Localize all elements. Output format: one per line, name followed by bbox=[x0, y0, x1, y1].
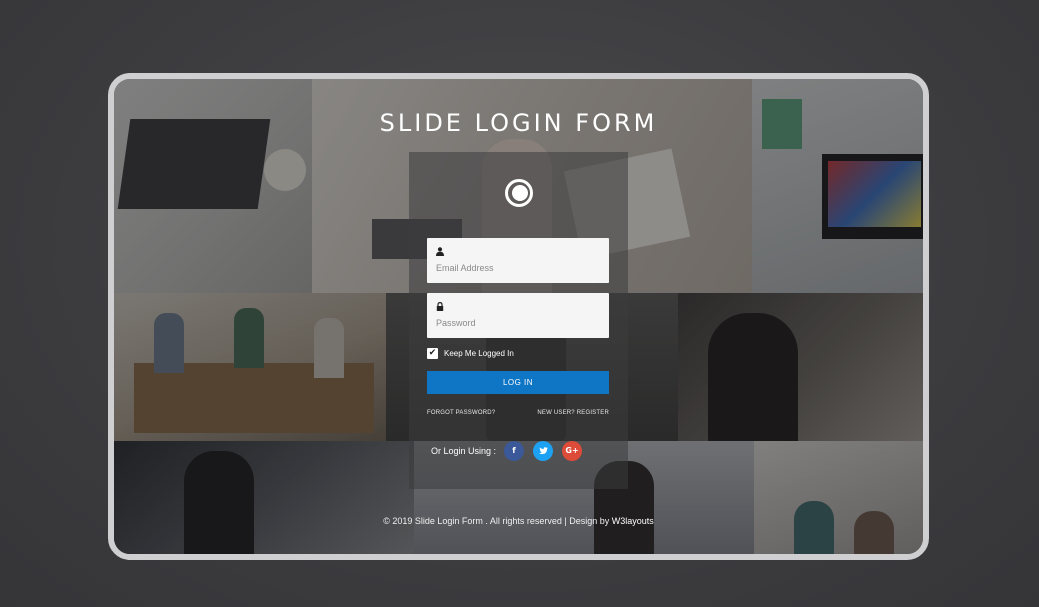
slider-frame: SLIDE LOGIN FORM ✔ Keep Me Logged In LOG… bbox=[108, 73, 929, 560]
password-input[interactable] bbox=[436, 315, 601, 331]
login-card: ✔ Keep Me Logged In LOG IN FORGOT PASSWO… bbox=[409, 152, 628, 489]
email-field[interactable] bbox=[427, 238, 609, 283]
twitter-icon[interactable] bbox=[533, 441, 554, 461]
remember-label: Keep Me Logged In bbox=[444, 348, 514, 358]
login-button[interactable]: LOG IN bbox=[427, 371, 609, 394]
social-login: Or Login Using : f G+ bbox=[431, 441, 591, 461]
footer-link[interactable]: W3layouts bbox=[612, 516, 654, 526]
remember-me[interactable]: ✔ Keep Me Logged In bbox=[427, 347, 514, 359]
page-title: SLIDE LOGIN FORM bbox=[379, 109, 658, 137]
register-link[interactable]: NEW USER? REGISTER bbox=[537, 410, 609, 416]
lock-icon bbox=[436, 301, 445, 311]
footer-text: © 2019 Slide Login Form . All rights res… bbox=[383, 516, 612, 526]
user-icon bbox=[436, 247, 445, 256]
page-background: SLIDE LOGIN FORM ✔ Keep Me Logged In LOG… bbox=[0, 0, 1039, 607]
facebook-icon[interactable]: f bbox=[504, 441, 525, 461]
footer: © 2019 Slide Login Form . All rights res… bbox=[114, 516, 923, 526]
social-login-label: Or Login Using : bbox=[431, 446, 497, 456]
circle-logo-icon bbox=[505, 179, 533, 207]
password-field[interactable] bbox=[427, 293, 609, 338]
remember-checkbox[interactable]: ✔ bbox=[427, 347, 438, 359]
forgot-password-link[interactable]: FORGOT PASSWORD? bbox=[427, 410, 495, 416]
google-plus-icon[interactable]: G+ bbox=[562, 441, 583, 461]
email-input[interactable] bbox=[436, 260, 601, 276]
account-links: FORGOT PASSWORD? NEW USER? REGISTER bbox=[427, 410, 609, 416]
